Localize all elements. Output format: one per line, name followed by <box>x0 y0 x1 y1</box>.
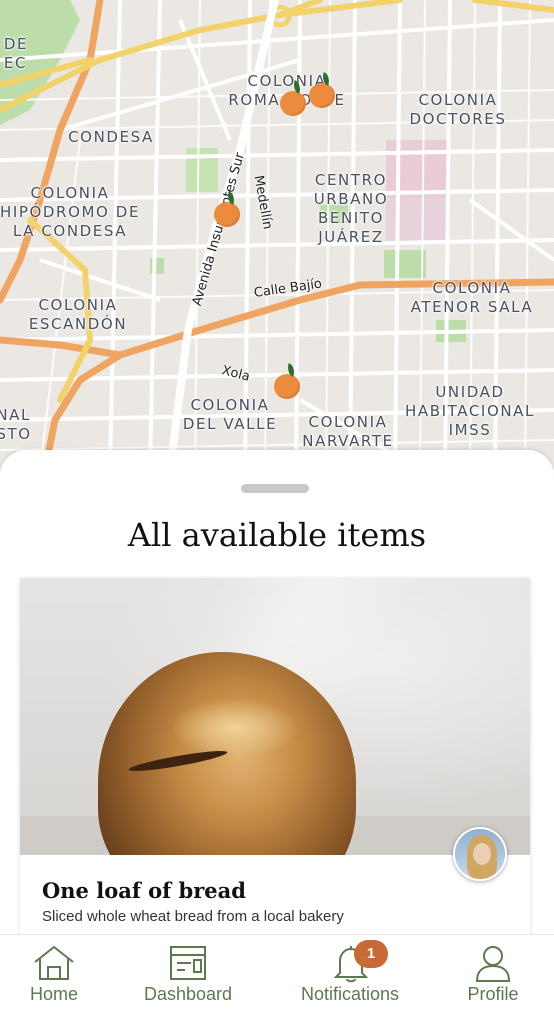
item-photo <box>20 578 530 855</box>
tab-dashboard-label: Dashboard <box>143 984 233 1004</box>
item-marker[interactable] <box>280 80 306 116</box>
tab-home-label: Home <box>29 984 78 1004</box>
tab-home[interactable]: Home <box>0 935 108 1016</box>
tab-profile-label: Profile <box>467 984 519 1004</box>
notifications-badge: 1 <box>354 940 388 968</box>
tab-profile[interactable]: Profile <box>440 935 546 1016</box>
map-label-de-tec: DE EC <box>3 35 29 72</box>
dashboard-icon <box>170 946 206 980</box>
map-label-condesa: CONDESA <box>68 128 154 146</box>
map-label-colonia-atenor-sala: COLONIA ATENOR SALA <box>410 279 534 316</box>
sheet-drag-handle[interactable] <box>241 484 309 493</box>
map-label-colonia-del-valle: COLONIA DEL VALLE <box>182 396 278 433</box>
items-sheet[interactable]: All available items One loaf of bread Sl… <box>0 450 554 1016</box>
tab-bar: Home Dashboard Notifications Profile <box>0 934 554 1016</box>
map-label-colonia-narvarte: COLONIA NARVARTE <box>302 413 394 450</box>
tab-dashboard[interactable]: Dashboard <box>128 935 248 1016</box>
tab-notifications[interactable]: Notifications <box>286 935 414 1016</box>
tab-notifications-label: Notifications <box>300 984 400 1004</box>
map-label-colonia-hipodromo: COLONIA HIPÓDROMO DE LA CONDESA <box>0 184 141 240</box>
item-marker[interactable] <box>274 363 300 399</box>
map-label-colonia-escandon: COLONIA ESCANDÓN <box>28 296 128 333</box>
map-label-nal-sto: NAL STO <box>0 406 32 443</box>
item-card[interactable]: One loaf of bread Sliced whole wheat bre… <box>20 578 530 978</box>
item-description: Sliced whole wheat bread from a local ba… <box>42 908 344 925</box>
seller-avatar[interactable] <box>453 827 507 881</box>
profile-icon <box>475 946 511 982</box>
item-name: One loaf of bread <box>42 878 246 903</box>
sheet-title: All available items <box>127 516 427 554</box>
item-marker[interactable] <box>309 72 335 108</box>
map-label-unidad-habitacional: UNIDAD HABITACIONAL IMSS <box>405 383 535 439</box>
map-view[interactable]: COLONIA ROMA NORTE COLONIA DOCTORES COND… <box>0 0 554 470</box>
map-label-colonia-doctores: COLONIA DOCTORES <box>409 91 507 128</box>
map-label-centro-urbano: CENTRO URBANO BENITO JUÁREZ <box>313 171 389 246</box>
home-icon <box>34 945 74 980</box>
item-marker[interactable] <box>214 191 240 227</box>
